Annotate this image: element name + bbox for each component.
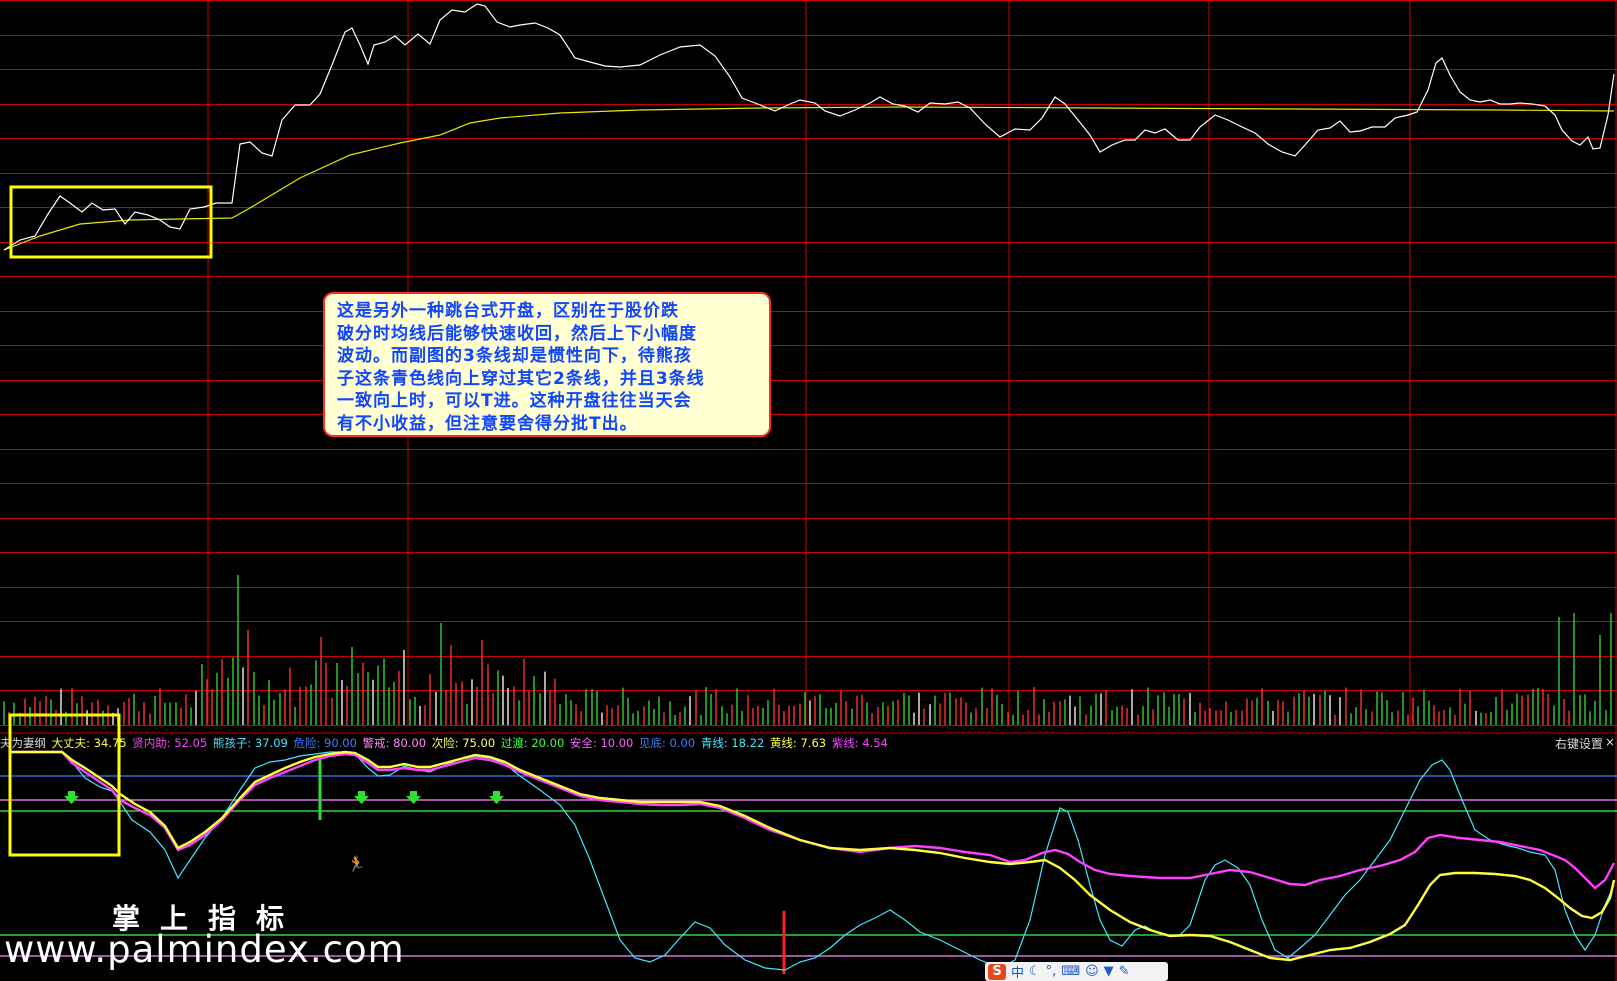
price-line	[3, 3, 1615, 251]
down-arrow-icon	[406, 791, 421, 804]
average-price-line	[3, 106, 1615, 251]
legend-item: 大丈夫: 34.75	[51, 736, 131, 750]
punctuation-icon[interactable]: °,	[1046, 964, 1057, 979]
keyboard-icon[interactable]: ⌨	[1061, 964, 1080, 979]
watermark-url: www.palmindex.com	[4, 928, 405, 971]
volume-bars	[3, 575, 1612, 725]
ime-mode-chinese[interactable]: 中	[1011, 962, 1024, 981]
down-arrow-icon	[489, 791, 504, 804]
legend-item: 贤内助: 52.05	[132, 736, 211, 750]
legend-item: 次险: 75.00	[431, 736, 499, 750]
wrench-icon[interactable]: ✎	[1119, 964, 1130, 979]
down-arrow-icon	[64, 791, 79, 804]
annotation-line: 这是另外一种跳台式开盘，区别在于股价跌	[337, 301, 679, 321]
annotation-line: 有不小收益，但注意要舍得分批T出。	[337, 413, 638, 434]
legend-item: 黄线: 7.63	[769, 736, 830, 750]
intraday-chart[interactable]	[0, 0, 1617, 981]
down-arrow-icon	[354, 791, 369, 804]
legend-item: 紫线: 4.54	[831, 736, 888, 750]
annotation-callout: 这是另外一种跳台式开盘，区别在于股价跌 破分时均线后能够快速收回，然后上下小幅度…	[323, 292, 771, 437]
sogou-logo-icon[interactable]: S	[988, 963, 1006, 980]
moon-icon[interactable]: ☾	[1029, 964, 1041, 979]
legend-item: 熊孩子: 37.09	[212, 736, 292, 750]
legend-item: 安全: 10.00	[569, 736, 638, 750]
indicator-legend: 夫为妻纲 大丈夫: 34.75 贤内助: 52.05 熊孩子: 37.09 危险…	[0, 735, 890, 751]
annotation-line: 一致向上时，可以T进。这种开盘往往当天会	[337, 391, 692, 411]
legend-item: 过渡: 20.00	[500, 736, 568, 750]
right-click-settings-label[interactable]: 右键设置	[1555, 735, 1603, 752]
annotation-line: 破分时均线后能够快速收回，然后上下小幅度	[337, 323, 697, 344]
legend-item: 危险: 90.00	[293, 736, 361, 750]
annotation-line: 波动。而副图的3条线却是惯性向下，待熊孩	[337, 346, 692, 366]
legend-item: 见底: 0.00	[639, 736, 699, 750]
legend-item: 夫为妻纲	[0, 736, 50, 750]
shirt-icon[interactable]: ▼	[1104, 964, 1114, 979]
user-icon[interactable]: ☺	[1085, 964, 1099, 979]
ime-toolbar[interactable]: S 中 ☾ °, ⌨ ☺ ▼ ✎	[985, 962, 1168, 981]
annotation-line: 子这条青色线向上穿过其它2条线，并且3条线	[337, 368, 705, 389]
magenta-line-xianneizhu	[10, 750, 1616, 890]
runner-icon: 🏃	[347, 855, 366, 873]
legend-item: 警戒: 80.00	[362, 736, 430, 750]
legend-item: 青线: 18.22	[700, 736, 768, 750]
close-icon[interactable]: ×	[1605, 735, 1615, 749]
